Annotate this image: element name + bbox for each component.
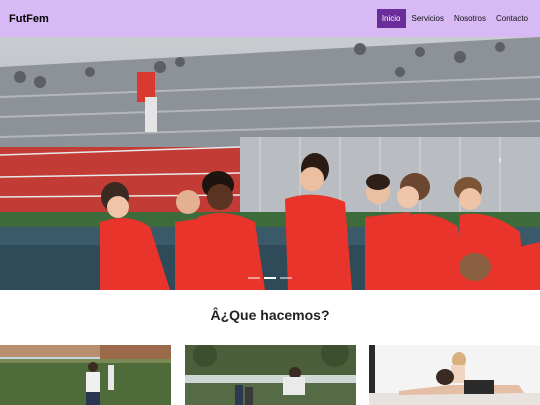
hero-photo <box>0 37 540 290</box>
training-field-photo <box>0 345 171 405</box>
training-drill-photo <box>185 345 356 405</box>
hero-carousel[interactable]: › <box>0 37 540 290</box>
carousel-next-icon[interactable]: › <box>498 155 502 166</box>
section-title: Â¿Que hacemos? <box>210 307 330 323</box>
nav-links: Inicio Servicios Nosotros Contacto <box>376 9 532 28</box>
nav-link-servicios[interactable]: Servicios <box>408 9 448 28</box>
service-card-3-image <box>369 345 540 405</box>
service-card-2-image <box>185 345 356 405</box>
service-card-1-image <box>0 345 171 405</box>
carousel-indicators <box>248 277 292 279</box>
fitness-stretch-photo <box>369 345 540 405</box>
carousel-indicator-2[interactable] <box>264 277 276 279</box>
navbar: FutFem Inicio Servicios Nosotros Contact… <box>0 0 540 37</box>
brand-logo[interactable]: FutFem <box>9 13 49 25</box>
nav-link-contacto[interactable]: Contacto <box>492 9 532 28</box>
nav-link-inicio[interactable]: Inicio <box>376 9 406 28</box>
carousel-indicator-3[interactable] <box>280 277 292 279</box>
carousel-indicator-1[interactable] <box>248 277 260 279</box>
nav-link-nosotros[interactable]: Nosotros <box>450 9 490 28</box>
